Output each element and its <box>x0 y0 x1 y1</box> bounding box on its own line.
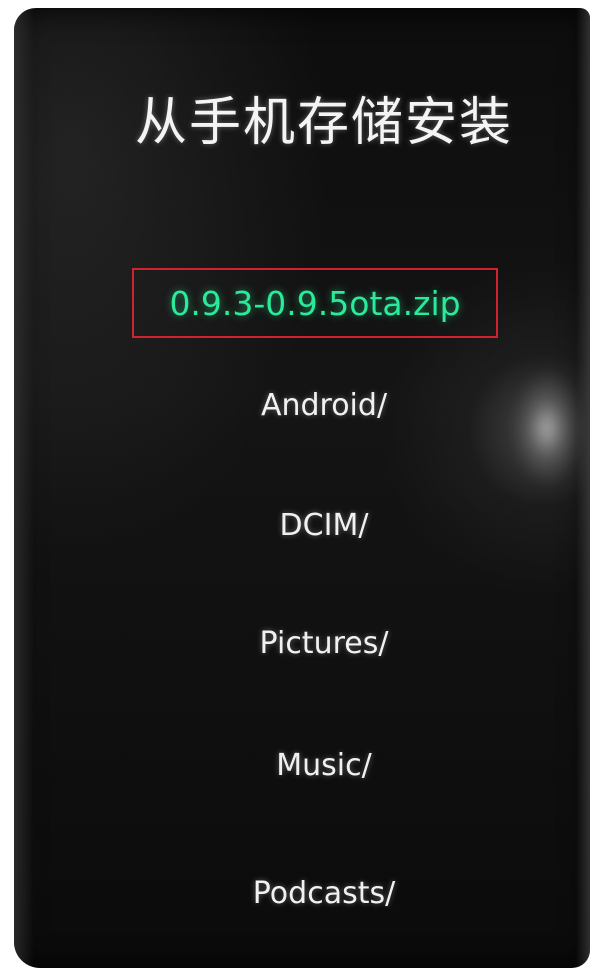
folder-item-music[interactable]: Music/ <box>14 748 590 783</box>
page-title: 从手机存储安装 <box>134 93 513 153</box>
folder-item-android[interactable]: Android/ <box>14 388 590 423</box>
file-item-selected[interactable]: 0.9.3-0.9.5ota.zip <box>132 268 498 338</box>
light-glare <box>512 368 582 488</box>
folder-item-dcim[interactable]: DCIM/ <box>14 508 590 543</box>
folder-item-pictures[interactable]: Pictures/ <box>14 626 590 661</box>
folder-item-podcasts[interactable]: Podcasts/ <box>14 876 590 911</box>
phone-screen: 从手机存储安装 0.9.3-0.9.5ota.zip Android/ DCIM… <box>14 8 590 968</box>
photo-frame: 从手机存储安装 0.9.3-0.9.5ota.zip Android/ DCIM… <box>0 0 593 976</box>
